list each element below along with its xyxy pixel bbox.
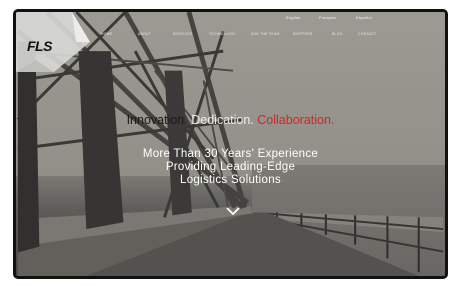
nav-technology[interactable]: TECHNOLOGY: [209, 32, 236, 36]
device-frame: FLS English Français Español HOME ABOUT …: [0, 0, 461, 286]
hero-line-3: Logistics Solutions: [180, 174, 281, 186]
tagline-dedication: Dedication.: [191, 113, 254, 127]
hero-line-2: Providing Leading-Edge: [165, 161, 296, 173]
nav-home[interactable]: HOME: [101, 32, 112, 36]
nav-services[interactable]: SERVICES: [173, 32, 193, 36]
lang-espanol[interactable]: Español: [356, 15, 372, 20]
hero-line-1: More Than 30 Years' Experience: [142, 148, 319, 160]
nav-contact[interactable]: CONTACT: [358, 32, 376, 36]
hero-tagline: Innovation. Dedication. Collaboration.: [16, 113, 445, 127]
tagline-innovation: Innovation.: [126, 113, 188, 127]
tagline-collaboration: Collaboration.: [257, 113, 335, 127]
nav-about[interactable]: ABOUT: [138, 32, 151, 36]
top-bar: English Français Español: [16, 12, 445, 42]
lang-francais[interactable]: Français: [319, 15, 336, 20]
nav-join-the-team[interactable]: JOIN THE TEAM: [250, 32, 280, 36]
browser-viewport: FLS English Français Español HOME ABOUT …: [13, 9, 448, 279]
nav-shippers[interactable]: SHIPPERS: [293, 32, 313, 36]
nav-blog[interactable]: BLOG: [332, 32, 343, 36]
lang-english[interactable]: English: [286, 15, 301, 20]
chevron-down-icon[interactable]: [226, 207, 240, 215]
